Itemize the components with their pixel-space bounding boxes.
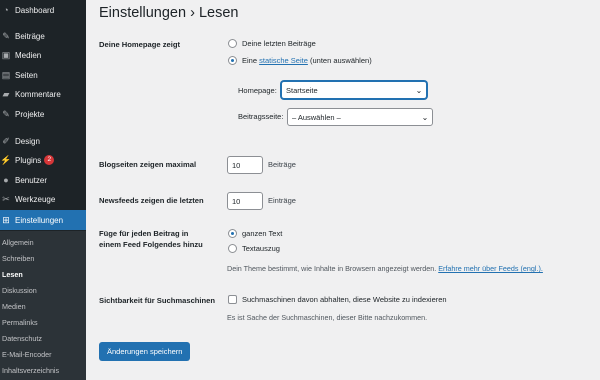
radio-full-text[interactable]	[228, 229, 237, 238]
sidebar-item-label: Projekte	[15, 109, 45, 119]
sidebar-item-settings[interactable]: ⊞ Einstellungen	[0, 210, 86, 230]
posts-page-select-label: Beitragsseite:	[238, 112, 284, 121]
radio-static-page[interactable]	[228, 56, 237, 65]
radio-static-prefix: Eine	[242, 56, 258, 65]
homepage-setting-label: Deine Homepage zeigt	[99, 40, 181, 49]
sidebar-item-tools[interactable]: ✂ Werkzeuge	[0, 189, 86, 209]
submenu-item-discussion[interactable]: Diskussion	[2, 286, 37, 295]
submenu-item-writing[interactable]: Schreiben	[2, 254, 34, 263]
admin-sidebar: ◔ Dashboard ✎ Beiträge ▣ Medien ▤ Seiten ▰ Ko…	[0, 0, 86, 380]
sidebar-item-label: Design	[15, 136, 40, 146]
static-page-link[interactable]: statische Seite	[259, 56, 308, 65]
submenu-item-permalinks[interactable]: Permalinks	[2, 318, 38, 327]
blog-pages-input[interactable]: 10	[227, 156, 263, 174]
media-icon: ▣	[1, 49, 11, 60]
feed-content-label-line1: Füge für jeden Beitrag in	[99, 229, 189, 238]
homepage-select-value: Startseite	[286, 85, 318, 95]
brush-icon: ✐	[2, 135, 10, 146]
search-visibility-description: Es ist Sache der Suchmaschinen, dieser B…	[227, 313, 428, 322]
pushpin-icon: ✎	[2, 108, 10, 119]
feeds-unit: Einträge	[268, 196, 296, 205]
pages-icon: ▤	[1, 69, 11, 80]
radio-static-page-row[interactable]: Eine statische Seite (unten auswählen)	[228, 56, 372, 65]
sidebar-item-label: Benutzer	[15, 175, 48, 185]
sidebar-item-dashboard[interactable]: ◔ Dashboard	[0, 0, 86, 20]
submenu-item-email-encoder[interactable]: E-Mail-Encoder	[2, 350, 52, 359]
settings-submenu: Allgemein Schreiben Lesen Diskussion Med…	[0, 231, 86, 380]
blog-pages-label: Blogseiten zeigen maximal	[99, 160, 197, 169]
sidebar-item-label: Werkzeuge	[15, 194, 56, 204]
feed-content-label-line2: einem Feed Folgendes hinzu	[99, 240, 203, 249]
radio-latest-posts-row[interactable]: Deine letzten Beiträge	[228, 39, 316, 48]
radio-full-text-row[interactable]: ganzen Text	[228, 229, 282, 238]
comments-icon: ▰	[2, 88, 10, 99]
blog-pages-value: 10	[232, 160, 241, 170]
posts-page-select-value: – Auswählen –	[292, 112, 341, 122]
dashboard-icon: ◔	[3, 5, 9, 15]
feeds-input[interactable]: 10	[227, 192, 263, 210]
sidebar-item-label: Dashboard	[15, 5, 55, 15]
discourage-search-checkbox[interactable]	[228, 295, 237, 304]
feed-content-description: Dein Theme bestimmt, wie Inhalte in Brow…	[227, 264, 543, 273]
sidebar-item-media[interactable]: ▣ Medien	[0, 45, 86, 65]
discourage-search-label: Suchmaschinen davon abhalten, diese Webs…	[242, 295, 447, 304]
radio-excerpt-label: Textauszug	[242, 244, 280, 253]
radio-latest-posts[interactable]	[228, 39, 237, 48]
sidebar-item-label: Medien	[15, 50, 42, 60]
feeds-value: 10	[232, 196, 241, 206]
sidebar-item-users[interactable]: ● Benutzer	[0, 170, 86, 190]
homepage-select-label: Homepage:	[238, 86, 277, 95]
sidebar-item-label: Seiten	[15, 70, 38, 80]
radio-excerpt-row[interactable]: Textauszug	[228, 244, 280, 253]
sidebar-item-label: Einstellungen	[15, 215, 64, 225]
radio-full-text-label: ganzen Text	[242, 229, 283, 238]
chevron-down-icon: ⌄	[415, 85, 423, 95]
submenu-item-toc[interactable]: Inhaltsverzeichnis	[2, 366, 59, 375]
feed-description-text: Dein Theme bestimmt, wie Inhalte in Brow…	[227, 264, 437, 273]
settings-content: Einstellungen › Lesen Deine Homepage zei…	[86, 0, 600, 380]
posts-page-select[interactable]: – Auswählen – ⌄	[287, 108, 433, 126]
sidebar-item-label: Beiträge	[15, 31, 45, 41]
sidebar-item-design[interactable]: ✐ Design	[0, 131, 86, 151]
plugins-update-badge: 2	[44, 155, 55, 165]
sidebar-item-posts[interactable]: ✎ Beiträge	[0, 26, 86, 46]
learn-more-feeds-link[interactable]: Erfahre mehr über Feeds (engl.).	[438, 264, 543, 273]
feeds-label: Newsfeeds zeigen die letzten	[99, 196, 204, 205]
plugin-icon: ⚡	[0, 154, 12, 165]
sidebar-item-projects[interactable]: ✎ Projekte	[0, 104, 86, 124]
settings-icon: ⊞	[2, 214, 10, 225]
radio-static-suffix: (unten auswählen)	[309, 56, 372, 65]
blog-pages-unit: Beiträge	[268, 160, 296, 169]
radio-latest-posts-label: Deine letzten Beiträge	[242, 39, 316, 48]
sidebar-item-label: Kommentare	[15, 89, 61, 99]
sidebar-item-comments[interactable]: ▰ Kommentare	[0, 84, 86, 104]
page-title: Einstellungen › Lesen	[99, 5, 239, 21]
pushpin-icon: ✎	[2, 30, 10, 41]
chevron-down-icon: ⌄	[421, 112, 429, 122]
wrench-icon: ✂	[2, 193, 10, 204]
homepage-select[interactable]: Startseite ⌄	[281, 81, 427, 99]
submenu-item-reading[interactable]: Lesen	[2, 270, 23, 279]
sidebar-item-plugins[interactable]: ⚡ Plugins 2	[0, 150, 86, 170]
radio-excerpt[interactable]	[228, 244, 237, 253]
sidebar-item-pages[interactable]: ▤ Seiten	[0, 65, 86, 85]
submenu-item-media[interactable]: Medien	[2, 302, 26, 311]
submenu-item-general[interactable]: Allgemein	[2, 238, 34, 247]
sidebar-item-label: Plugins	[15, 155, 42, 165]
user-icon: ●	[3, 175, 9, 185]
save-changes-button[interactable]: Änderungen speichern	[99, 342, 191, 361]
search-visibility-label: Sichtbarkeit für Suchmaschinen	[99, 296, 216, 305]
submenu-item-privacy[interactable]: Datenschutz	[2, 334, 42, 343]
